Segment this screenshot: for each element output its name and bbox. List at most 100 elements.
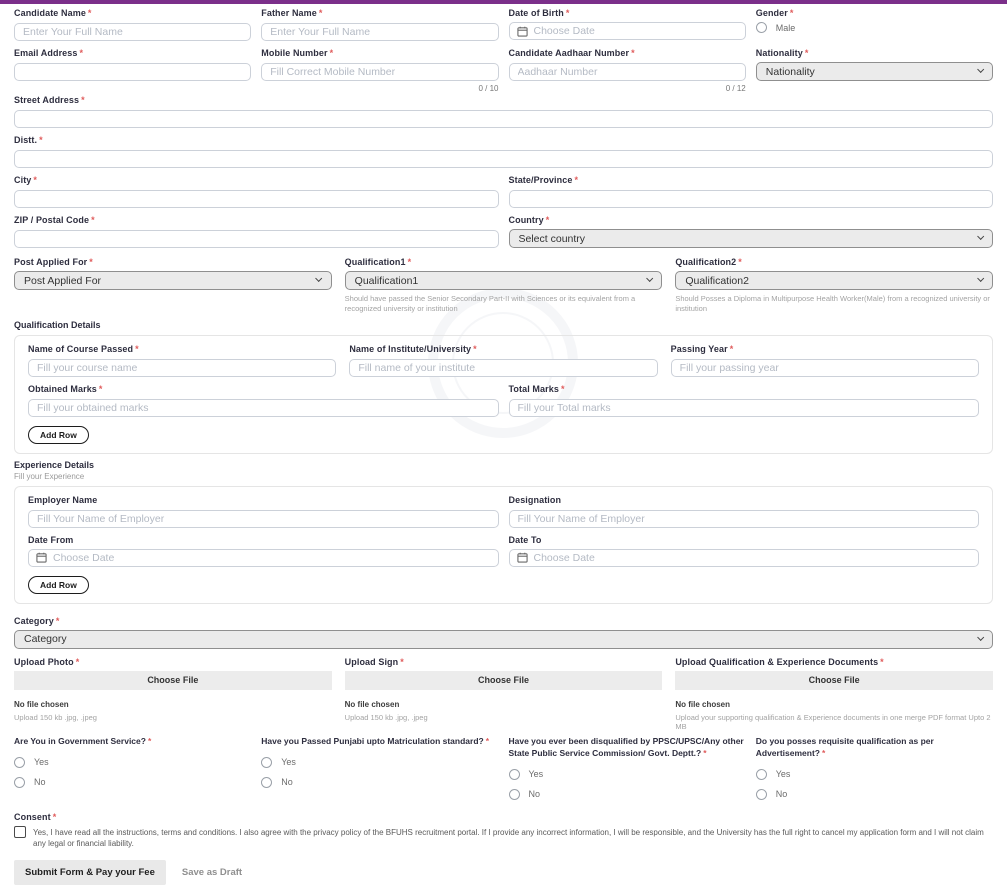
qualification2-select[interactable]: Qualification2	[675, 271, 993, 290]
upload-documents-status: No file chosen	[675, 700, 993, 709]
required-asterisk: *	[408, 257, 412, 267]
calendar-icon	[36, 552, 47, 563]
question-punjabi-matric-label: Have you Passed Punjabi upto Matriculati…	[261, 736, 483, 746]
email-label: Email Address	[14, 48, 78, 58]
street-address-label: Street Address	[14, 95, 79, 105]
category-select[interactable]: Category	[14, 630, 993, 649]
field-email: Email Address*	[14, 48, 251, 93]
qualification2-value: Qualification2	[685, 275, 749, 287]
field-country: Country* Select country	[509, 215, 994, 248]
dob-input[interactable]: Choose Date	[509, 22, 746, 40]
category-label: Category	[14, 616, 54, 626]
save-as-draft-button[interactable]: Save as Draft	[182, 867, 242, 878]
required-asterisk: *	[88, 8, 92, 18]
institute-input[interactable]	[349, 359, 657, 377]
designation-input[interactable]	[509, 510, 980, 528]
consent-checkbox[interactable]	[14, 826, 26, 838]
aadhaar-label: Candidate Aadhaar Number	[509, 48, 630, 58]
field-course-name: Name of Course Passed*	[28, 344, 336, 377]
institute-label: Name of Institute/University	[349, 344, 471, 354]
question-requisite-qualification-label: Do you posses requisite qualification as…	[756, 736, 934, 758]
govt-service-yes-label: Yes	[34, 757, 49, 767]
field-category: Category* Category	[14, 616, 993, 649]
zip-label: ZIP / Postal Code	[14, 215, 89, 225]
field-designation: Designation	[509, 495, 980, 528]
street-address-input[interactable]	[14, 110, 993, 128]
calendar-icon	[517, 552, 528, 563]
post-applied-select[interactable]: Post Applied For	[14, 271, 332, 290]
required-asterisk: *	[561, 384, 565, 394]
upload-sign-choose-file-button[interactable]: Choose File	[345, 671, 663, 690]
required-asterisk: *	[703, 748, 706, 758]
post-applied-label: Post Applied For	[14, 257, 87, 267]
email-input[interactable]	[14, 63, 251, 81]
date-from-placeholder: Choose Date	[53, 552, 114, 564]
chevron-down-icon	[977, 634, 985, 642]
field-employer-name: Employer Name	[28, 495, 499, 528]
employer-name-input[interactable]	[28, 510, 499, 528]
zip-input[interactable]	[14, 230, 499, 248]
state-input[interactable]	[509, 190, 994, 208]
required-asterisk: *	[91, 215, 95, 225]
passing-year-input[interactable]	[671, 359, 979, 377]
mobile-input[interactable]	[261, 63, 498, 81]
required-asterisk: *	[89, 257, 93, 267]
country-select[interactable]: Select country	[509, 229, 994, 248]
punjabi-matric-no-label: No	[281, 777, 293, 787]
required-asterisk: *	[486, 736, 489, 746]
upload-documents-choose-file-button[interactable]: Choose File	[675, 671, 993, 690]
disqualified-yes-label: Yes	[529, 769, 544, 779]
field-gender: Gender* Male	[756, 8, 993, 41]
required-asterisk: *	[99, 384, 103, 394]
mobile-char-counter: 0 / 10	[261, 84, 498, 93]
field-nationality: Nationality* Nationality	[756, 48, 993, 93]
required-asterisk: *	[135, 344, 139, 354]
govt-service-yes-radio[interactable]	[14, 757, 25, 768]
nationality-select[interactable]: Nationality	[756, 62, 993, 81]
date-to-input[interactable]: Choose Date	[509, 549, 980, 567]
disqualified-no-radio[interactable]	[509, 789, 520, 800]
govt-service-no-radio[interactable]	[14, 777, 25, 788]
qualification1-helper: Should have passed the Senior Secondary …	[345, 294, 663, 314]
gender-label: Gender	[756, 8, 788, 18]
date-from-input[interactable]: Choose Date	[28, 549, 499, 567]
requisite-qualification-no-radio[interactable]	[756, 789, 767, 800]
qualification1-select[interactable]: Qualification1	[345, 271, 663, 290]
father-name-input[interactable]	[261, 23, 498, 41]
question-punjabi-matric: Have you Passed Punjabi upto Matriculati…	[261, 736, 498, 800]
total-marks-input[interactable]	[509, 399, 980, 417]
disqualified-yes-radio[interactable]	[509, 769, 520, 780]
upload-photo-helper: Upload 150 kb .jpg, .jpeg	[14, 713, 332, 723]
country-value: Select country	[519, 233, 586, 245]
state-label: State/Province	[509, 175, 573, 185]
experience-add-row-button[interactable]: Add Row	[28, 576, 89, 594]
category-value: Category	[24, 633, 67, 645]
punjabi-matric-yes-radio[interactable]	[261, 757, 272, 768]
chevron-down-icon	[646, 275, 654, 283]
city-input[interactable]	[14, 190, 499, 208]
govt-service-no-label: No	[34, 777, 46, 787]
required-asterisk: *	[330, 48, 334, 58]
field-father-name: Father Name*	[261, 8, 498, 41]
upload-documents-label: Upload Qualification & Experience Docume…	[675, 657, 878, 667]
mobile-label: Mobile Number	[261, 48, 327, 58]
required-asterisk: *	[805, 48, 809, 58]
upload-photo-choose-file-button[interactable]: Choose File	[14, 671, 332, 690]
question-requisite-qualification: Do you posses requisite qualification as…	[756, 736, 993, 800]
required-asterisk: *	[631, 48, 635, 58]
course-name-input[interactable]	[28, 359, 336, 377]
qualification-details-title: Qualification Details	[14, 320, 993, 330]
qualification-add-row-button[interactable]: Add Row	[28, 426, 89, 444]
punjabi-matric-no-radio[interactable]	[261, 777, 272, 788]
submit-form-button[interactable]: Submit Form & Pay your Fee	[14, 860, 166, 885]
candidate-name-input[interactable]	[14, 23, 251, 41]
chevron-down-icon	[315, 275, 323, 283]
distt-input[interactable]	[14, 150, 993, 168]
requisite-qualification-yes-radio[interactable]	[756, 769, 767, 780]
field-upload-sign: Upload Sign* Choose File No file chosen …	[345, 657, 663, 733]
gender-male-radio[interactable]	[756, 22, 767, 33]
aadhaar-input[interactable]	[509, 63, 746, 81]
question-govt-service-label: Are You in Government Service?	[14, 736, 146, 746]
father-name-label: Father Name	[261, 8, 317, 18]
obtained-marks-input[interactable]	[28, 399, 499, 417]
